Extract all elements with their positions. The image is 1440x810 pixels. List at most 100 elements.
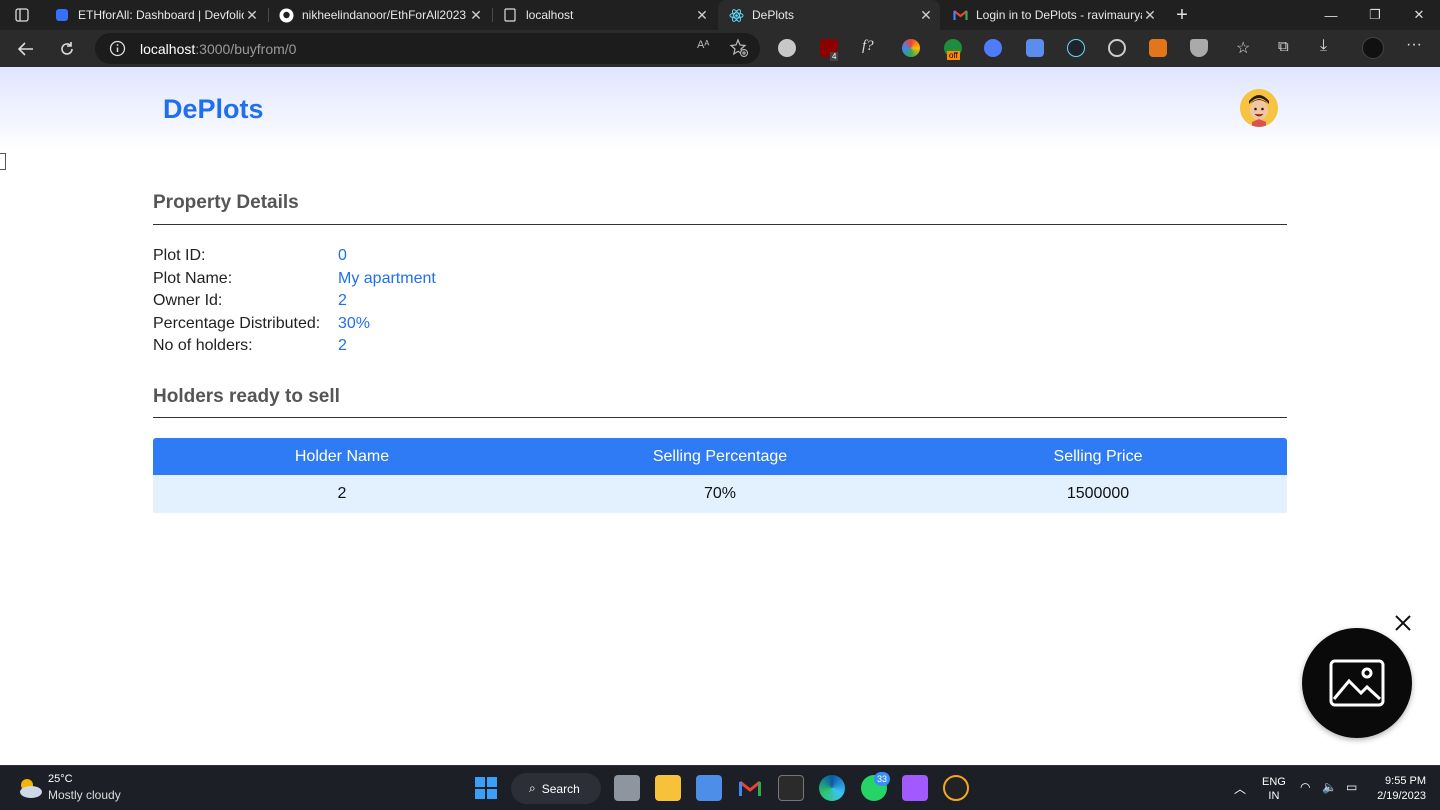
close-icon[interactable] <box>1393 613 1413 633</box>
search-icon: ⌕ <box>529 781 536 795</box>
column-header: Selling Percentage <box>652 447 788 465</box>
screen-capture-icon[interactable] <box>1026 39 1044 57</box>
detail-row-holders-count: No of holders: 2 <box>153 335 436 358</box>
task-view-icon[interactable] <box>614 775 640 801</box>
tab-label: Login in to DePlots - ravimaurya <box>976 8 1142 22</box>
close-icon[interactable]: ✕ <box>468 7 484 23</box>
image-icon <box>1329 659 1385 707</box>
terminal-icon[interactable] <box>778 775 804 801</box>
colorful-extension-icon[interactable] <box>902 39 920 57</box>
app-header: DePlots <box>0 67 1440 152</box>
url-host: localhost <box>140 41 196 57</box>
detail-row-plot-id: Plot ID: 0 <box>153 245 436 268</box>
store-icon[interactable] <box>696 775 722 801</box>
table-row[interactable]: 2 70% 1500000 <box>153 475 1287 513</box>
detail-value: 30% <box>338 314 371 332</box>
tab-label: ETHforAll: Dashboard | Devfolio <box>78 8 244 22</box>
new-tab-button[interactable]: + <box>1170 3 1194 27</box>
detail-label: Plot ID: <box>153 247 206 265</box>
formula-extension-icon[interactable]: f? <box>862 38 874 55</box>
restore-icon[interactable]: ❐ <box>1352 0 1398 30</box>
detail-value: 0 <box>338 247 347 265</box>
detail-row-plot-name: Plot Name: My apartment <box>153 268 436 291</box>
add-favorite-icon[interactable] <box>729 38 749 58</box>
language-indicator[interactable]: ENG IN <box>1262 775 1286 803</box>
close-icon[interactable]: ✕ <box>1142 7 1158 23</box>
detail-label: Plot Name: <box>153 269 233 287</box>
react-icon <box>728 7 744 23</box>
tab-label: DePlots <box>752 8 795 22</box>
weather-description: Mostly cloudy <box>48 788 121 802</box>
close-icon[interactable]: ✕ <box>918 7 934 23</box>
clock[interactable]: 9:55 PM 2/19/2023 <box>1374 774 1426 804</box>
holders-table: Holder Name Selling Percentage Selling P… <box>153 438 1287 513</box>
clock-date: 2/19/2023 <box>1377 790 1426 802</box>
tab-gmail[interactable]: Login in to DePlots - ravimaurya ✕ <box>942 0 1164 30</box>
taskbar-search[interactable]: ⌕ Search <box>511 773 601 804</box>
show-hidden-icons[interactable]: ︿ <box>1234 780 1250 796</box>
tab-devfolio[interactable]: ETHforAll: Dashboard | Devfolio ✕ <box>44 0 266 30</box>
tab-label: localhost <box>526 8 574 22</box>
detail-value: 2 <box>338 337 347 355</box>
wifi-icon[interactable]: ◠ <box>1300 780 1316 796</box>
lang-region: IN <box>1268 790 1280 802</box>
lang-primary: ENG <box>1262 776 1286 788</box>
tab-localhost[interactable]: localhost ✕ <box>492 0 716 30</box>
clock-time: 9:55 PM <box>1385 775 1426 787</box>
tab-label: nikheelindanoor/EthForAll2023 <box>302 8 467 22</box>
holders-title: Holders ready to sell <box>153 386 340 407</box>
read-aloud-icon[interactable]: Aᴬ <box>697 39 715 57</box>
tab-deplots[interactable]: DePlots ✕ <box>718 0 940 30</box>
gmail-app-icon[interactable] <box>737 775 763 801</box>
tab-github[interactable]: nikheelindanoor/EthForAll2023 ✕ <box>268 0 490 30</box>
window-close-icon[interactable]: ✕ <box>1396 0 1440 30</box>
divider <box>153 224 1287 225</box>
column-header: Selling Price <box>1053 447 1143 465</box>
refresh-icon[interactable] <box>53 35 81 63</box>
devfolio-icon <box>54 7 70 23</box>
close-icon[interactable]: ✕ <box>244 7 260 23</box>
close-icon[interactable]: ✕ <box>694 7 710 23</box>
back-icon[interactable] <box>12 35 40 63</box>
volume-icon[interactable]: 🔈 <box>1322 780 1338 796</box>
page-content: DePlots Property Details Plot ID: 0 Plot… <box>0 67 1440 765</box>
image-search-button[interactable] <box>1302 628 1412 738</box>
detail-label: No of holders: <box>153 337 253 355</box>
windows-taskbar: 25°C Mostly cloudy ⌕ Search 33 ︿ ENG IN … <box>0 765 1440 810</box>
brand-logo[interactable]: DePlots <box>163 94 264 125</box>
detail-row-owner-id: Owner Id: 2 <box>153 290 436 313</box>
minimize-icon[interactable]: — <box>1308 0 1354 30</box>
battery-icon[interactable]: ▭ <box>1346 780 1362 796</box>
side-panel-handle[interactable] <box>0 153 6 170</box>
avatar[interactable] <box>1240 89 1278 127</box>
figma-icon[interactable] <box>902 775 928 801</box>
detail-value: 2 <box>338 292 347 310</box>
shield-icon[interactable] <box>1190 39 1208 57</box>
detail-label: Owner Id: <box>153 292 223 310</box>
property-details-title: Property Details <box>153 192 299 213</box>
edge-icon[interactable] <box>819 775 845 801</box>
start-icon[interactable] <box>473 775 499 801</box>
url-path: :3000/buyfrom/0 <box>195 41 297 57</box>
detail-row-percentage-distributed: Percentage Distributed: 30% <box>153 313 436 336</box>
extension-owl-icon[interactable] <box>778 39 796 57</box>
collections-icon[interactable]: ⧉ <box>1278 38 1289 55</box>
react-devtools-icon[interactable] <box>1067 39 1085 57</box>
column-header: Holder Name <box>294 447 390 465</box>
favorites-icon[interactable]: ☆ <box>1236 38 1250 58</box>
profile-icon[interactable] <box>1362 37 1384 59</box>
cloudy-weather-icon[interactable] <box>16 776 44 800</box>
media-player-icon[interactable] <box>943 775 969 801</box>
site-info-icon[interactable] <box>109 40 126 57</box>
target-extension-icon[interactable] <box>1108 39 1126 57</box>
more-menu-icon[interactable]: ··· <box>1406 36 1422 54</box>
file-explorer-icon[interactable] <box>655 775 681 801</box>
download-icon[interactable]: ⤓ <box>1320 37 1327 55</box>
page-icon <box>502 7 518 23</box>
off-badge: off <box>947 51 960 60</box>
metamask-icon[interactable] <box>1149 39 1167 57</box>
swirl-extension-icon[interactable] <box>984 39 1002 57</box>
table-header: Holder Name Selling Percentage Selling P… <box>153 438 1287 475</box>
address-bar[interactable]: localhost:3000/buyfrom/0 Aᴬ <box>95 33 760 64</box>
tab-actions-icon[interactable] <box>8 3 36 27</box>
